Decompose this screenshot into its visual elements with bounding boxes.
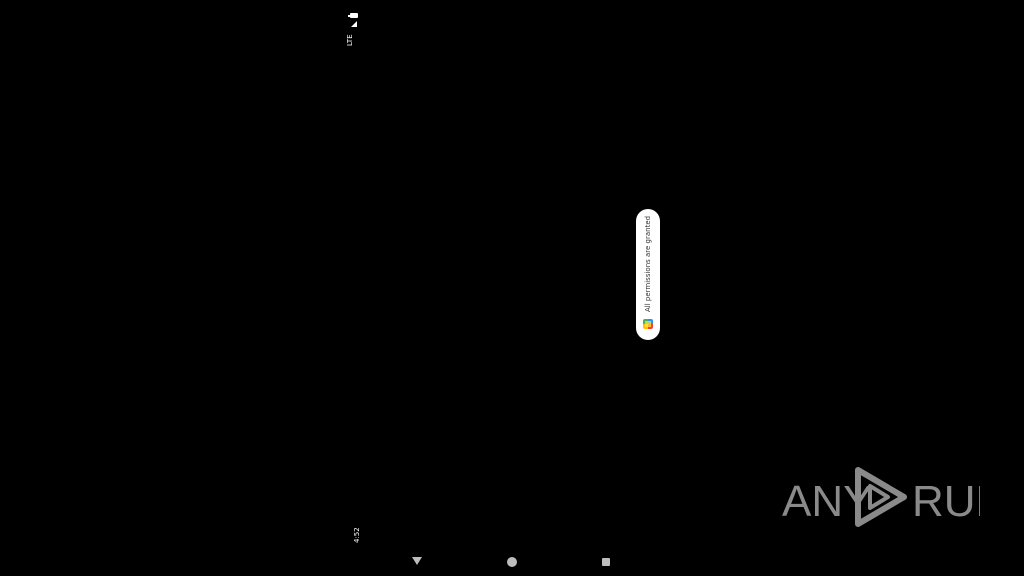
permissions-toast: All permissions are granted: [636, 209, 660, 340]
home-button[interactable]: [507, 557, 517, 567]
device-screen: LTE 4:52 All permissions are granted ANY…: [0, 0, 1024, 576]
recents-button[interactable]: [602, 558, 610, 566]
signal-icon: [351, 21, 357, 27]
navigation-bar: [360, 550, 660, 574]
toast-message: All permissions are granted: [644, 215, 652, 312]
anyrun-watermark: ANY RUN: [782, 467, 980, 527]
status-bar: LTE 4:52: [344, 8, 368, 548]
network-type-label: LTE: [346, 34, 354, 46]
status-clock: 4:52: [353, 527, 361, 543]
battery-icon: [348, 13, 358, 18]
app-icon: [643, 319, 653, 329]
back-button[interactable]: [412, 557, 422, 565]
watermark-text-run: RUN: [912, 477, 980, 526]
